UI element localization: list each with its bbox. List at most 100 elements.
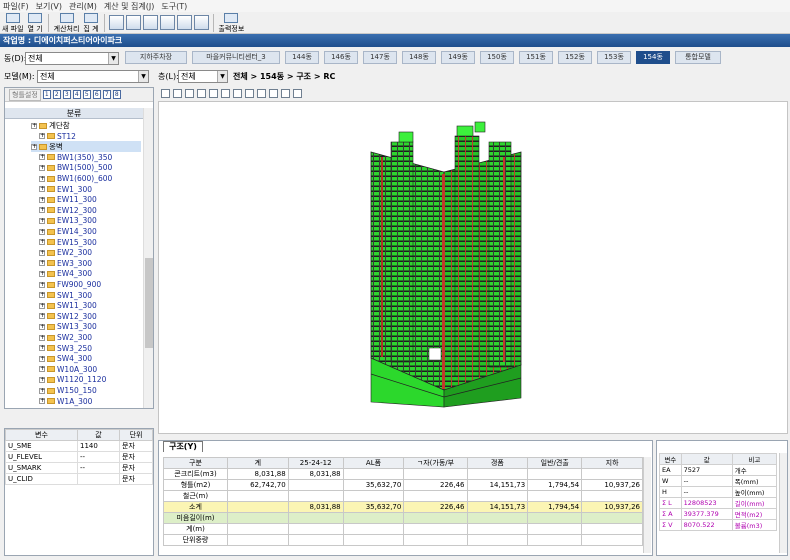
level-button-6[interactable]: 6 <box>92 90 101 99</box>
expand-icon[interactable]: + <box>39 334 45 341</box>
tab-154동[interactable]: 154동 <box>636 51 670 64</box>
table-row[interactable]: 철근(m) <box>163 490 643 502</box>
level-button-8[interactable]: 8 <box>112 90 121 99</box>
new-file-button[interactable]: 새 파일 <box>0 12 26 34</box>
tree-folder[interactable]: + 계단참 <box>31 120 70 131</box>
wireframe-icon[interactable] <box>269 89 278 98</box>
tree-item[interactable]: + BW1(500)_500 <box>39 162 112 173</box>
tab-151동[interactable]: 151동 <box>519 51 553 64</box>
tree-item[interactable]: + SW2_300 <box>39 332 92 343</box>
view-front-icon[interactable] <box>197 89 206 98</box>
tree-item[interactable]: + W10A_300 <box>39 364 97 375</box>
tree-item[interactable]: + SW4_300 <box>39 353 92 364</box>
floor-select[interactable]: 전체 ▼ <box>178 70 228 83</box>
tab-마을커뮤니티센터_3[interactable]: 마을커뮤니티센터_3 <box>192 51 280 64</box>
level-button-3[interactable]: 3 <box>62 90 71 99</box>
summary-scrollbar[interactable] <box>643 457 651 553</box>
3d-viewport[interactable] <box>158 101 788 434</box>
expand-icon[interactable]: + <box>39 239 45 246</box>
tree-item[interactable]: + SW1_300 <box>39 290 92 301</box>
expand-icon[interactable]: + <box>39 260 45 267</box>
expand-icon[interactable]: + <box>39 186 45 193</box>
menu-item[interactable]: 보기(V) <box>36 1 62 12</box>
expand-icon[interactable]: + <box>39 387 45 394</box>
table-row[interactable]: 콘크리트(m3) 8,031,88 8,031,88 <box>163 468 643 480</box>
tree-item[interactable]: + EW11_300 <box>39 194 97 205</box>
table-view-icon[interactable] <box>142 15 158 30</box>
expand-icon[interactable]: + <box>39 366 45 373</box>
table-row[interactable]: U_SMARK -- 문자 <box>5 462 153 474</box>
level-button-7[interactable]: 7 <box>102 90 111 99</box>
stats-scrollbar[interactable] <box>779 453 787 553</box>
refresh-icon[interactable] <box>161 89 170 98</box>
table-row[interactable]: U_SME 1140 문자 <box>5 440 153 452</box>
table-row[interactable]: W -- 폭(mm) <box>659 475 778 487</box>
chart-icon[interactable] <box>176 15 192 30</box>
tree-item[interactable]: + SW11_300 <box>39 300 97 311</box>
tree-item[interactable]: + W1120_1120 <box>39 374 106 385</box>
expand-icon[interactable]: + <box>39 228 45 235</box>
expand-icon[interactable]: + <box>39 281 45 288</box>
model-select[interactable]: 전체 ▼ <box>37 70 149 83</box>
view-back-icon[interactable] <box>209 89 218 98</box>
output-info-button[interactable]: 출력정보 <box>217 12 247 34</box>
tree-item[interactable]: + EW2_300 <box>39 247 92 258</box>
tree-item[interactable]: + EW13_300 <box>39 215 97 226</box>
expand-icon[interactable]: + <box>39 376 45 383</box>
tree-item[interactable]: + EW15_300 <box>39 237 97 248</box>
expand-icon[interactable]: + <box>39 398 45 405</box>
table-row[interactable]: 소계 8,031,88 35,632,70 226,46 14,151,73 1,794,… <box>163 501 643 513</box>
table-row[interactable]: 단위중량 <box>163 534 643 546</box>
tree-item[interactable]: + FW900_900 <box>39 279 101 290</box>
table-row[interactable]: Σ V 8070.522 볼륨(m3) <box>659 519 778 531</box>
expand-icon[interactable]: + <box>39 292 45 299</box>
expand-icon[interactable]: + <box>39 345 45 352</box>
table-row[interactable]: U_FLEVEL -- 문자 <box>5 451 153 463</box>
tab-지하주차장[interactable]: 지하주차장 <box>125 51 187 64</box>
tab-153동[interactable]: 153동 <box>597 51 631 64</box>
expand-icon[interactable]: + <box>39 249 45 256</box>
tree-item[interactable]: + W150_150 <box>39 385 97 396</box>
tree-item[interactable]: + EW12_300 <box>39 205 97 216</box>
tab-통합모델[interactable]: 통합모델 <box>675 51 721 64</box>
report-icon[interactable] <box>159 15 175 30</box>
table-row[interactable]: EA 7527 개수 <box>659 464 778 476</box>
table-row[interactable]: Σ A 39377.379 면적(m2) <box>659 508 778 520</box>
expand-icon[interactable]: + <box>39 207 45 214</box>
table-row[interactable]: Σ L 12808523 길이(mm) <box>659 497 778 509</box>
tab-146동[interactable]: 146동 <box>324 51 358 64</box>
menu-item[interactable]: 파일(F) <box>3 1 29 12</box>
menu-item[interactable]: 도구(T) <box>161 1 187 12</box>
view-left-icon[interactable] <box>221 89 230 98</box>
tab-147동[interactable]: 147동 <box>363 51 397 64</box>
tree-item[interactable]: + BW1(600)_600 <box>39 173 112 184</box>
tab-structure[interactable]: 구조(Y) <box>163 441 203 452</box>
expand-icon[interactable]: + <box>39 196 45 203</box>
expand-icon[interactable]: + <box>39 323 45 330</box>
tab-148동[interactable]: 148동 <box>402 51 436 64</box>
color-icon[interactable] <box>293 89 302 98</box>
table-row[interactable]: 미음길이(m) <box>163 512 643 524</box>
view-iso-icon[interactable] <box>257 89 266 98</box>
expand-icon[interactable]: + <box>39 175 45 182</box>
dong-select[interactable]: 전체 ▼ <box>25 52 119 65</box>
tree-scrollbar[interactable] <box>143 108 153 408</box>
list-view-icon[interactable] <box>193 15 209 30</box>
tree-item[interactable]: + ST12 <box>39 131 76 142</box>
expand-icon[interactable]: + <box>39 154 45 161</box>
open-button[interactable]: 열 기 <box>26 12 45 34</box>
tree-item[interactable]: + EW4_300 <box>39 268 92 279</box>
level-button-1[interactable]: 1 <box>42 90 51 99</box>
table-row[interactable]: 계(m) <box>163 523 643 535</box>
level-button-4[interactable]: 4 <box>72 90 81 99</box>
view-top-icon[interactable] <box>245 89 254 98</box>
expand-icon[interactable]: + <box>39 133 45 140</box>
tree-item[interactable]: + EW14_300 <box>39 226 97 237</box>
tree-item[interactable]: + SW3_250 <box>39 343 92 354</box>
table-row[interactable]: H -- 높이(mm) <box>659 486 778 498</box>
expand-icon[interactable]: + <box>39 270 45 277</box>
level-button-5[interactable]: 5 <box>82 90 91 99</box>
edit-sheet-icon[interactable] <box>125 15 141 30</box>
tree-item[interactable]: + W1A_300 <box>39 396 92 407</box>
zoom-icon[interactable] <box>173 89 182 98</box>
